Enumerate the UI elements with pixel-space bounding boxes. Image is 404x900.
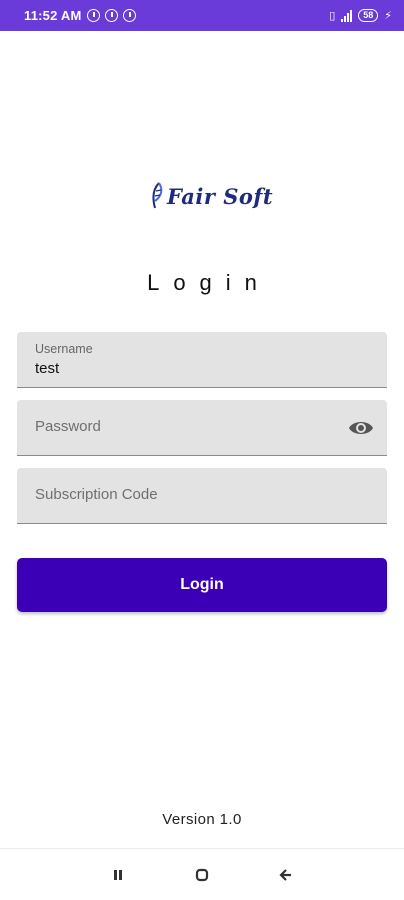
subscription-code-field[interactable]: Subscription Code	[17, 468, 387, 524]
home-icon[interactable]	[192, 865, 212, 885]
status-notification-icons	[87, 9, 137, 22]
login-button[interactable]: Login	[17, 558, 387, 612]
status-time: 11:52 AM	[24, 8, 82, 23]
signal-icon	[341, 9, 353, 22]
username-field[interactable]: Username test	[17, 332, 387, 388]
back-icon[interactable]	[276, 865, 296, 885]
app-logo: Fair Soft	[150, 178, 273, 214]
password-field[interactable]: Password	[17, 400, 387, 456]
logo-text: Fair Soft	[167, 183, 274, 209]
feather-icon	[152, 182, 163, 209]
recent-apps-icon[interactable]	[108, 865, 128, 885]
charging-icon: ⚡	[384, 10, 392, 22]
password-placeholder: Password	[35, 418, 101, 435]
data-saver-icon	[123, 9, 137, 22]
page-title: Login	[147, 270, 271, 295]
username-label: Username	[35, 342, 93, 356]
data-saver-icon	[105, 9, 119, 22]
navigation-bar	[0, 848, 404, 900]
subscription-code-placeholder: Subscription Code	[35, 486, 158, 503]
status-bar: 11:52 AM ▯ 58 ⚡	[0, 0, 404, 31]
alarm-icon	[87, 9, 101, 22]
status-system-icons: ▯ 58 ⚡	[329, 9, 392, 22]
battery-icon: 58	[358, 9, 379, 22]
username-value: test	[35, 360, 60, 377]
eye-icon[interactable]	[348, 417, 374, 439]
no-sim-icon: ▯	[329, 10, 336, 22]
version-label: Version 1.0	[162, 811, 242, 828]
